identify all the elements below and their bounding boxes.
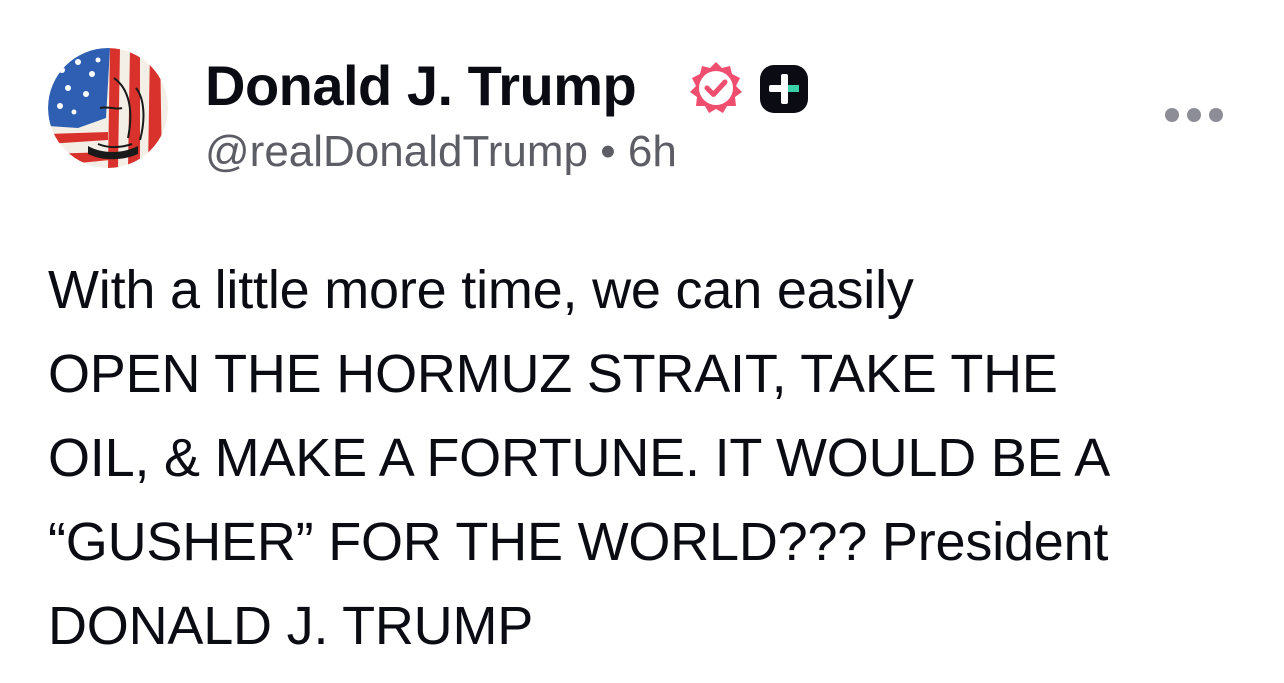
more-options-icon[interactable]	[1163, 100, 1225, 130]
author-handle-line: @realDonaldTrump • 6h	[205, 124, 677, 180]
author-handle[interactable]: @realDonaldTrump	[205, 127, 588, 176]
meta-separator: •	[600, 127, 616, 176]
plus-badge-icon	[760, 65, 808, 113]
verified-badge-icon	[690, 62, 742, 113]
post-body-text: With a little more time, we can easily O…	[48, 260, 1111, 656]
author-name[interactable]: Donald J. Trump	[205, 52, 637, 120]
avatar-flag-face-icon	[48, 48, 168, 168]
post-timestamp[interactable]: 6h	[628, 127, 677, 176]
author-avatar[interactable]	[48, 48, 168, 168]
post-card: Donald J. Trump @realDonaldTrump • 6h Wi…	[0, 0, 1284, 683]
